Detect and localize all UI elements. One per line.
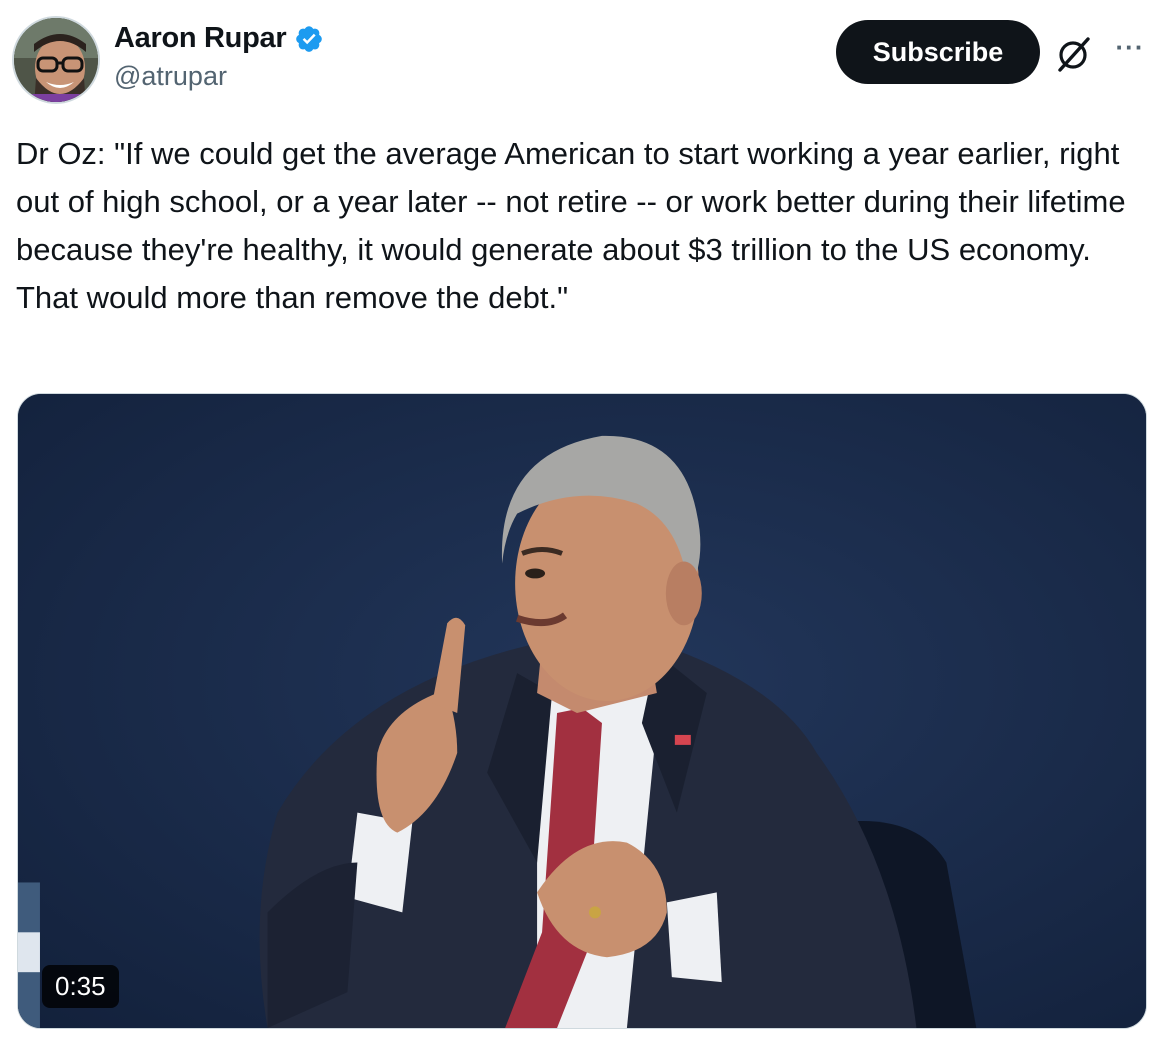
author-name[interactable]: Aaron Rupar bbox=[114, 22, 287, 55]
author-handle[interactable]: @atrupar bbox=[114, 61, 324, 92]
video-thumbnail bbox=[18, 394, 1146, 1028]
more-options-icon[interactable]: ··· bbox=[1112, 34, 1148, 70]
grok-icon[interactable] bbox=[1054, 34, 1094, 74]
video-player[interactable]: 0:35 bbox=[17, 393, 1147, 1029]
author-avatar[interactable] bbox=[12, 16, 100, 104]
subscribe-button[interactable]: Subscribe bbox=[836, 20, 1040, 84]
video-duration: 0:35 bbox=[42, 965, 119, 1008]
tweet-card: Aaron Rupar @atrupar Subscribe ··· Dr Oz… bbox=[0, 0, 1162, 1062]
verified-badge-icon[interactable] bbox=[294, 24, 324, 54]
author-block: Aaron Rupar @atrupar bbox=[114, 22, 324, 92]
avatar-photo bbox=[14, 18, 98, 102]
tweet-text: Dr Oz: "If we could get the average Amer… bbox=[16, 136, 1135, 315]
author-name-row: Aaron Rupar bbox=[114, 22, 324, 55]
